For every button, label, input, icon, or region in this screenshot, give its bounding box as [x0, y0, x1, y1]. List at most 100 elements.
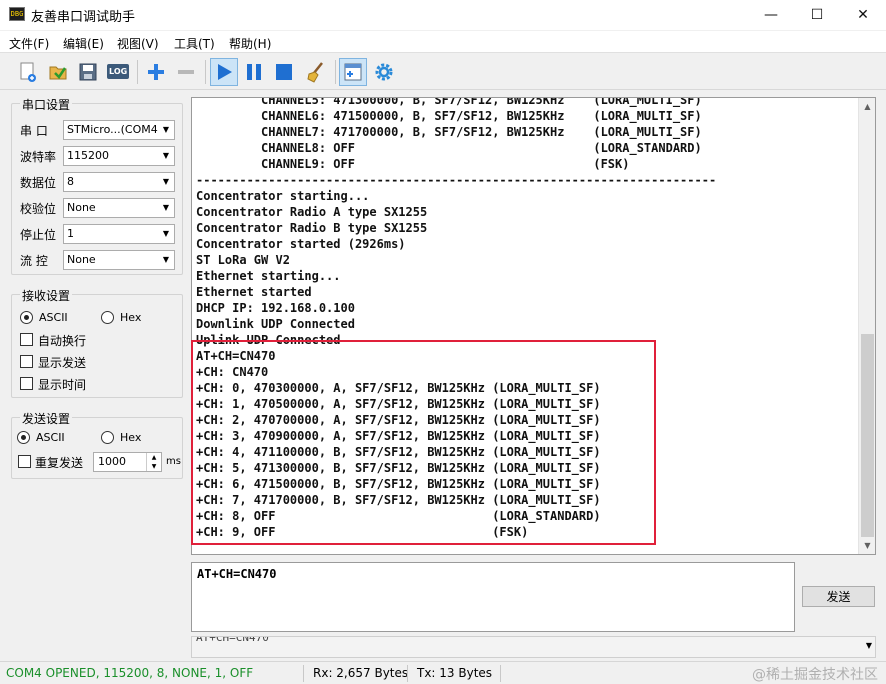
- menu-view[interactable]: 视图(V): [117, 35, 159, 52]
- flow-select[interactable]: None ▼: [63, 250, 175, 270]
- chevron-down-icon: ▼: [162, 203, 170, 212]
- auto-wrap-checkbox[interactable]: [20, 333, 33, 346]
- port-select[interactable]: STMicro...(COM4 ▼: [63, 120, 175, 140]
- stopbits-label: 停止位: [20, 228, 57, 242]
- repeat-send-label: 重复发送: [35, 456, 84, 470]
- save-icon[interactable]: [74, 58, 102, 86]
- scroll-down-icon[interactable]: ▼: [859, 537, 875, 554]
- databits-label: 数据位: [20, 176, 57, 190]
- receive-line: CHANNEL5: 471300000, B, SF7/SF12, BW125K…: [196, 97, 702, 107]
- receive-line: Ethernet starting...: [196, 269, 341, 283]
- receive-line: CHANNEL7: 471700000, B, SF7/SF12, BW125K…: [196, 125, 702, 139]
- title-bar: DBG 友善串口调试助手 — ☐ ✕: [0, 0, 886, 30]
- chevron-down-icon: ▼: [162, 151, 170, 160]
- send-settings-title: 发送设置: [20, 410, 73, 427]
- app-window: DBG 友善串口调试助手 — ☐ ✕ 文件(F) 编辑(E) 视图(V) 工具(…: [0, 0, 886, 684]
- send-settings-group: 发送设置 ASCII Hex 重复发送 1000 ▲ ▼ ms: [11, 410, 183, 479]
- scroll-thumb[interactable]: [861, 334, 874, 537]
- clear-icon[interactable]: [302, 58, 330, 86]
- settings-icon[interactable]: [370, 58, 398, 86]
- remove-icon[interactable]: [172, 58, 200, 86]
- rx-count: Rx: 2,657 Bytes: [313, 666, 409, 680]
- window-title: 友善串口调试助手: [31, 10, 136, 25]
- receive-line: Concentrator started (2926ms): [196, 237, 406, 251]
- receive-line: CHANNEL8: OFF (LORA_STANDARD): [196, 141, 702, 155]
- chevron-down-icon: ▼: [162, 229, 170, 238]
- receive-line: Downlink UDP Connected: [196, 317, 355, 331]
- parity-value: None: [67, 201, 96, 214]
- receive-ascii-radio[interactable]: [20, 311, 33, 324]
- databits-select[interactable]: 8 ▼: [63, 172, 175, 192]
- receive-line: Concentrator Radio A type SX1255: [196, 205, 428, 219]
- minimize-button[interactable]: —: [748, 0, 794, 30]
- menu-file[interactable]: 文件(F): [9, 35, 49, 52]
- show-time-checkbox[interactable]: [20, 377, 33, 390]
- receive-settings-title: 接收设置: [20, 287, 73, 304]
- chevron-down-icon: ▼: [865, 641, 872, 650]
- receive-hex-radio[interactable]: [101, 311, 114, 324]
- send-button[interactable]: 发送: [802, 586, 875, 607]
- receive-line: DHCP IP: 192.168.0.100: [196, 301, 355, 315]
- play-icon[interactable]: [210, 58, 238, 86]
- history-select[interactable]: AT+CH=CN470 ▼: [191, 636, 876, 658]
- receive-line: ST LoRa GW V2: [196, 253, 290, 267]
- serial-settings-group: 串口设置 串 口 STMicro...(COM4 ▼ 波特率 115200 ▼ 数据…: [11, 96, 183, 275]
- port-label: 串 口: [20, 124, 48, 138]
- menu-edit[interactable]: 编辑(E): [63, 35, 104, 52]
- auto-wrap-label: 自动换行: [38, 334, 87, 348]
- interval-value: 1000: [98, 455, 126, 468]
- status-separator: [407, 665, 408, 682]
- baud-label: 波特率: [20, 150, 57, 164]
- new-icon[interactable]: [14, 58, 42, 86]
- chevron-down-icon: ▼: [162, 255, 170, 264]
- flow-label: 流 控: [20, 254, 48, 268]
- send-input[interactable]: AT+CH=CN470: [191, 562, 795, 632]
- receive-scrollbar[interactable]: ▲ ▼: [858, 98, 875, 554]
- stepper-down-icon[interactable]: ▼: [146, 462, 161, 471]
- receive-hex-label: Hex: [120, 311, 142, 324]
- baud-select[interactable]: 115200 ▼: [63, 146, 175, 166]
- tx-count: Tx: 13 Bytes: [417, 666, 493, 680]
- new-window-icon[interactable]: [339, 58, 367, 86]
- menu-tools[interactable]: 工具(T): [174, 35, 215, 52]
- log-icon[interactable]: LOG: [104, 58, 132, 86]
- parity-label: 校验位: [20, 202, 57, 216]
- pause-icon[interactable]: [240, 58, 268, 86]
- show-send-checkbox[interactable]: [20, 355, 33, 368]
- databits-value: 8: [67, 175, 74, 188]
- receive-line: Concentrator starting...: [196, 189, 370, 203]
- close-button[interactable]: ✕: [840, 0, 886, 30]
- menu-bar: 文件(F) 编辑(E) 视图(V) 工具(T) 帮助(H): [0, 31, 886, 53]
- send-hex-radio[interactable]: [101, 431, 114, 444]
- flow-value: None: [67, 253, 96, 266]
- port-status: COM4 OPENED, 115200, 8, NONE, 1, OFF: [6, 666, 254, 680]
- maximize-button[interactable]: ☐: [794, 0, 840, 30]
- toolbar-separator: [205, 60, 206, 84]
- status-bar: COM4 OPENED, 115200, 8, NONE, 1, OFF Rx:…: [0, 661, 886, 684]
- send-ascii-radio[interactable]: [17, 431, 30, 444]
- parity-select[interactable]: None ▼: [63, 198, 175, 218]
- repeat-send-checkbox[interactable]: [18, 455, 31, 468]
- receive-line: Ethernet started: [196, 285, 312, 299]
- open-icon[interactable]: [44, 58, 72, 86]
- receive-settings-group: 接收设置 ASCII Hex 自动换行 显示发送 显示时间: [11, 287, 183, 398]
- receive-line: Concentrator Radio B type SX1255: [196, 221, 428, 235]
- chevron-down-icon: ▼: [162, 125, 170, 134]
- scroll-up-icon[interactable]: ▲: [859, 98, 875, 115]
- interval-unit: ms: [166, 456, 181, 467]
- receive-line: CHANNEL6: 471500000, B, SF7/SF12, BW125K…: [196, 109, 702, 123]
- serial-settings-title: 串口设置: [20, 96, 73, 113]
- status-separator: [500, 665, 501, 682]
- receive-ascii-label: ASCII: [39, 311, 68, 324]
- receive-line: ----------------------------------------…: [196, 173, 717, 187]
- toolbar-separator: [335, 60, 336, 84]
- stop-icon[interactable]: [270, 58, 298, 86]
- menu-help[interactable]: 帮助(H): [229, 35, 271, 52]
- baud-value: 115200: [67, 149, 109, 162]
- port-value: STMicro...(COM4: [67, 123, 158, 136]
- stopbits-select[interactable]: 1 ▼: [63, 224, 175, 244]
- show-time-label: 显示时间: [38, 378, 87, 392]
- interval-stepper[interactable]: 1000 ▲ ▼: [93, 452, 162, 472]
- add-icon[interactable]: [142, 58, 170, 86]
- response-highlight-box: [191, 340, 656, 545]
